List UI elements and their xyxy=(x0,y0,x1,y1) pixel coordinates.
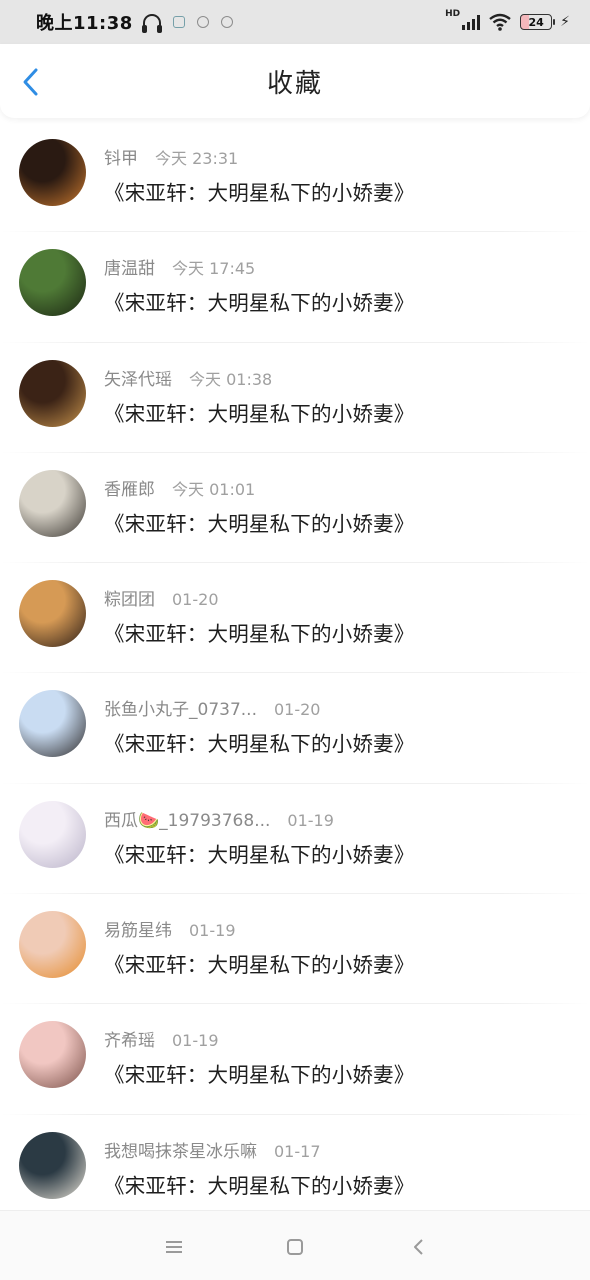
book-title[interactable]: 《宋亚轩：大明星私下的小娇妻》 xyxy=(104,948,570,978)
user-name[interactable]: 香雁郎 xyxy=(104,475,155,500)
item-text: 张鱼小丸子_0737... 01-20 《宋亚轩：大明星私下的小娇妻》 xyxy=(104,695,570,757)
item-meta: 香雁郎 今天 01:01 xyxy=(104,475,570,500)
list-item[interactable]: 我想喝抹茶星冰乐嘛 01-17 《宋亚轩：大明星私下的小娇妻》 xyxy=(0,1115,590,1225)
book-title[interactable]: 《宋亚轩：大明星私下的小娇妻》 xyxy=(104,286,570,316)
list-item[interactable]: 粽团团 01-20 《宋亚轩：大明星私下的小娇妻》 xyxy=(0,563,590,674)
avatar[interactable] xyxy=(19,1131,86,1199)
status-left-icons xyxy=(141,14,233,33)
list-item[interactable]: 唐温甜 今天 17:45 《宋亚轩：大明星私下的小娇妻》 xyxy=(0,232,590,343)
header: 收藏 xyxy=(0,44,590,118)
status-bar: 晚上11:38 HD 24 ⚡ xyxy=(0,0,590,44)
book-title[interactable]: 《宋亚轩：大明星私下的小娇妻》 xyxy=(104,838,570,868)
user-name[interactable]: 张鱼小丸子_0737... xyxy=(104,695,257,720)
item-meta: 我想喝抹茶星冰乐嘛 01-17 xyxy=(104,1137,570,1162)
avatar[interactable] xyxy=(19,359,86,427)
timestamp: 今天 01:38 xyxy=(189,369,273,389)
user-name[interactable]: 易筋星纬 xyxy=(104,916,172,941)
timestamp: 01-19 xyxy=(189,921,236,941)
avatar[interactable] xyxy=(19,911,86,979)
book-title[interactable]: 《宋亚轩：大明星私下的小娇妻》 xyxy=(104,397,570,427)
avatar[interactable] xyxy=(19,580,86,648)
book-title[interactable]: 《宋亚轩：大明星私下的小娇妻》 xyxy=(104,727,570,757)
item-text: 钭甲 今天 23:31 《宋亚轩：大明星私下的小娇妻》 xyxy=(104,144,570,206)
back-button[interactable] xyxy=(16,66,48,98)
avatar[interactable] xyxy=(19,800,86,868)
user-name[interactable]: 矢泽代瑶 xyxy=(104,365,172,390)
timestamp: 01-20 xyxy=(273,700,321,720)
charging-icon: ⚡ xyxy=(560,14,570,30)
avatar[interactable] xyxy=(19,469,86,537)
list-item[interactable]: 矢泽代瑶 今天 01:38 《宋亚轩：大明星私下的小娇妻》 xyxy=(0,343,590,453)
item-meta: 易筋星纬 01-19 xyxy=(104,916,570,941)
back-nav-button[interactable] xyxy=(405,1233,433,1261)
headphones-icon xyxy=(141,14,162,33)
battery-icon: 24 xyxy=(520,14,556,30)
book-title[interactable]: 《宋亚轩：大明星私下的小娇妻》 xyxy=(104,507,570,537)
system-nav-bar xyxy=(0,1210,590,1280)
user-name[interactable]: 唐温甜 xyxy=(104,254,155,279)
list-item[interactable]: 钭甲 今天 23:31 《宋亚轩：大明星私下的小娇妻》 xyxy=(0,122,590,233)
item-text: 粽团团 01-20 《宋亚轩：大明星私下的小娇妻》 xyxy=(104,585,570,647)
chevron-left-icon xyxy=(23,68,38,96)
menu-icon xyxy=(166,1241,182,1253)
back-triangle-icon xyxy=(414,1239,423,1255)
book-title[interactable]: 《宋亚轩：大明星私下的小娇妻》 xyxy=(104,617,570,647)
avatar[interactable] xyxy=(19,139,86,206)
timestamp: 今天 23:31 xyxy=(155,149,239,168)
item-meta: 钭甲 今天 23:31 xyxy=(104,144,570,169)
book-title[interactable]: 《宋亚轩：大明星私下的小娇妻》 xyxy=(104,1169,570,1199)
battery-level: 24 xyxy=(528,15,544,29)
user-name[interactable]: 粽团团 xyxy=(104,585,155,610)
timestamp: 01-17 xyxy=(274,1141,321,1161)
timestamp: 今天 17:45 xyxy=(172,259,256,279)
hd-label: HD xyxy=(445,9,461,19)
user-name[interactable]: 钭甲 xyxy=(104,144,138,169)
menu-button[interactable] xyxy=(160,1233,188,1261)
signal-icon xyxy=(462,14,481,30)
user-name[interactable]: 西瓜🍉_19793768... xyxy=(104,806,270,831)
avatar[interactable] xyxy=(19,249,86,317)
item-text: 西瓜🍉_19793768... 01-19 《宋亚轩：大明星私下的小娇妻》 xyxy=(104,806,570,868)
status-right-icons: HD 24 ⚡ xyxy=(445,9,570,31)
timestamp: 01-19 xyxy=(287,810,334,830)
item-text: 唐温甜 今天 17:45 《宋亚轩：大明星私下的小娇妻》 xyxy=(104,254,570,316)
item-meta: 矢泽代瑶 今天 01:38 xyxy=(104,365,570,390)
list-item[interactable]: 张鱼小丸子_0737... 01-20 《宋亚轩：大明星私下的小娇妻》 xyxy=(0,673,590,784)
item-meta: 齐希瑶 01-19 xyxy=(104,1026,570,1051)
list-item[interactable]: 香雁郎 今天 01:01 《宋亚轩：大明星私下的小娇妻》 xyxy=(0,453,590,564)
user-name[interactable]: 我想喝抹茶星冰乐嘛 xyxy=(104,1137,257,1162)
status-time: 晚上11:38 xyxy=(36,13,133,34)
item-meta: 粽团团 01-20 xyxy=(104,585,570,610)
item-meta: 唐温甜 今天 17:45 xyxy=(104,254,570,279)
timestamp: 01-19 xyxy=(172,1031,219,1051)
list-item[interactable]: 齐希瑶 01-19 《宋亚轩：大明星私下的小娇妻》 xyxy=(0,1004,590,1115)
wifi-icon xyxy=(488,13,512,31)
avatar[interactable] xyxy=(19,690,86,758)
list-item[interactable]: 易筋星纬 01-19 《宋亚轩：大明星私下的小娇妻》 xyxy=(0,894,590,1005)
item-meta: 西瓜🍉_19793768... 01-19 xyxy=(104,806,570,831)
item-text: 香雁郎 今天 01:01 《宋亚轩：大明星私下的小娇妻》 xyxy=(104,475,570,537)
user-name[interactable]: 齐希瑶 xyxy=(104,1026,155,1051)
item-text: 矢泽代瑶 今天 01:38 《宋亚轩：大明星私下的小娇妻》 xyxy=(104,365,570,427)
cat-notification-icon xyxy=(220,16,233,28)
item-text: 齐希瑶 01-19 《宋亚轩：大明星私下的小娇妻》 xyxy=(104,1026,570,1088)
home-square-icon xyxy=(287,1239,303,1255)
book-title[interactable]: 《宋亚轩：大明星私下的小娇妻》 xyxy=(104,1058,570,1088)
timestamp: 今天 01:01 xyxy=(172,479,256,499)
cat-notification-icon xyxy=(196,16,209,28)
avatar[interactable] xyxy=(19,1021,86,1089)
favorites-list: 钭甲 今天 23:31 《宋亚轩：大明星私下的小娇妻》 唐温甜 今天 17:45 《宋亚轩… xyxy=(0,122,590,1225)
app-notification-icon xyxy=(172,16,185,28)
page-title: 收藏 xyxy=(266,68,323,99)
item-text: 易筋星纬 01-19 《宋亚轩：大明星私下的小娇妻》 xyxy=(104,916,570,978)
list-item[interactable]: 西瓜🍉_19793768... 01-19 《宋亚轩：大明星私下的小娇妻》 xyxy=(0,784,590,895)
item-text: 我想喝抹茶星冰乐嘛 01-17 《宋亚轩：大明星私下的小娇妻》 xyxy=(104,1137,570,1199)
timestamp: 01-20 xyxy=(172,590,219,610)
item-meta: 张鱼小丸子_0737... 01-20 xyxy=(104,695,570,720)
book-title[interactable]: 《宋亚轩：大明星私下的小娇妻》 xyxy=(104,176,570,206)
home-button[interactable] xyxy=(281,1233,309,1261)
